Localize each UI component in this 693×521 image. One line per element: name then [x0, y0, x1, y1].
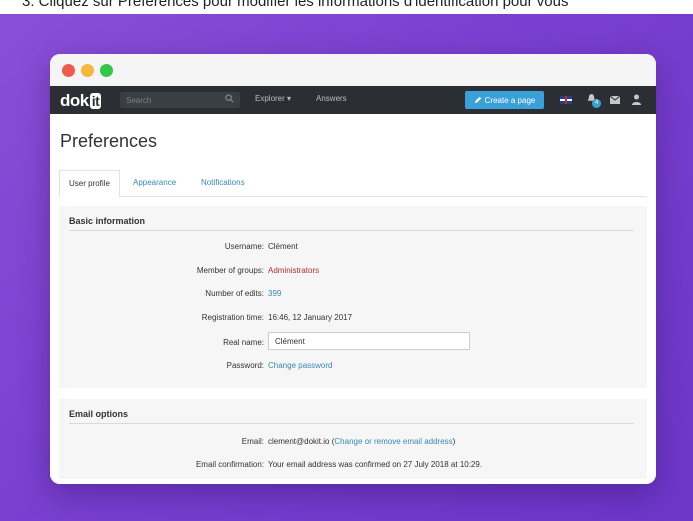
- caption-strip: 3. Cliquez sur Préférences pour modifier…: [0, 0, 693, 14]
- notification-badge: 4: [592, 99, 601, 108]
- close-window-button[interactable]: [62, 64, 75, 77]
- edits-link[interactable]: 399: [268, 289, 281, 298]
- username-label: Username:: [224, 242, 264, 251]
- email-options-section: Email options Email: clement@dokit.io (C…: [59, 399, 647, 479]
- uk-flag-icon[interactable]: [560, 96, 572, 104]
- registration-label: Registration time:: [201, 313, 264, 322]
- dokit-logo[interactable]: dok it: [60, 91, 102, 111]
- user-icon[interactable]: [632, 94, 641, 105]
- mail-icon[interactable]: [610, 96, 620, 104]
- edits-row: Number of edits: 399: [59, 289, 647, 301]
- logo-text: dok: [60, 91, 89, 110]
- browser-window: dok it Explorer ▾ Answers Create a page …: [50, 54, 656, 484]
- email-confirmation-value: Your email address was confirmed on 27 J…: [268, 460, 483, 469]
- change-password-link[interactable]: Change password: [268, 361, 332, 370]
- caption-text: 3. Cliquez sur Préférences pour modifier…: [22, 0, 569, 10]
- email-label: Email:: [241, 437, 264, 446]
- email-row: Email: clement@dokit.io (Change or remov…: [59, 437, 647, 449]
- page-title: Preferences: [60, 131, 158, 151]
- basic-information-section: Basic information Username: Clément Memb…: [59, 206, 647, 388]
- preferences-tabs: User profile Appearance Notifications: [59, 170, 647, 198]
- realname-label: Real name:: [223, 338, 264, 347]
- groups-row: Member of groups: Administrators: [59, 266, 647, 278]
- create-page-button[interactable]: Create a page: [465, 91, 544, 109]
- paren-close: ): [452, 437, 456, 446]
- preferences-content: Preferences User profile Appearance Noti…: [50, 114, 656, 484]
- logo-box: it: [89, 93, 102, 109]
- create-page-label: Create a page: [484, 95, 536, 105]
- realname-row: Real name:: [59, 332, 647, 350]
- section-heading: Basic information: [69, 216, 634, 231]
- email-value-group: clement@dokit.io (Change or remove email…: [268, 437, 455, 446]
- search-icon[interactable]: [225, 94, 234, 103]
- explorer-menu[interactable]: Explorer ▾: [255, 94, 291, 103]
- password-label: Password:: [226, 361, 264, 370]
- username-row: Username: Clément: [59, 242, 647, 254]
- groups-link[interactable]: Administrators: [268, 266, 319, 275]
- maximize-window-button[interactable]: [100, 64, 113, 77]
- edits-label: Number of edits:: [205, 289, 264, 298]
- realname-field[interactable]: [268, 332, 470, 350]
- notification-button[interactable]: 4: [586, 93, 601, 108]
- password-row: Password: Change password: [59, 361, 647, 373]
- tab-user-profile[interactable]: User profile: [59, 170, 120, 198]
- pencil-icon: [474, 96, 481, 104]
- window-titlebar: [50, 54, 656, 86]
- tab-appearance[interactable]: Appearance: [124, 170, 185, 196]
- answers-link[interactable]: Answers: [316, 94, 347, 103]
- groups-label: Member of groups:: [196, 266, 264, 275]
- email-confirmation-row: Email confirmation: Your email address w…: [59, 460, 647, 472]
- registration-row: Registration time: 16:46, 12 January 201…: [59, 313, 647, 325]
- search-box: [120, 92, 240, 108]
- username-value: Clément: [268, 242, 298, 251]
- tab-notifications[interactable]: Notifications: [192, 170, 254, 196]
- section-heading: Email options: [69, 409, 634, 424]
- email-value: clement@dokit.io: [268, 437, 330, 446]
- top-navbar: dok it Explorer ▾ Answers Create a page …: [50, 86, 656, 114]
- change-email-link[interactable]: Change or remove email address: [334, 437, 452, 446]
- registration-value: 16:46, 12 January 2017: [268, 313, 353, 322]
- email-confirmation-label: Email confirmation:: [195, 460, 264, 469]
- search-input[interactable]: [120, 92, 221, 108]
- minimize-window-button[interactable]: [81, 64, 94, 77]
